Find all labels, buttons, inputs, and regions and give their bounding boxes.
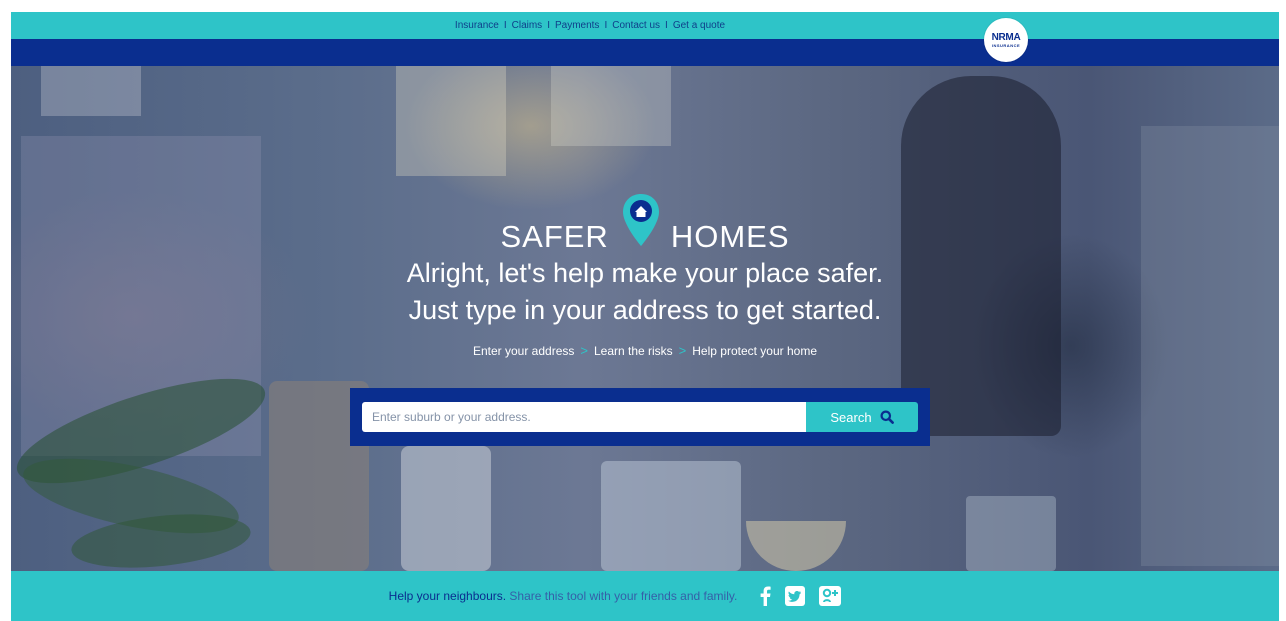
address-search-input[interactable] [362,402,806,432]
google-plus-icon[interactable] [819,586,842,606]
step-help-protect: Help protect your home [692,343,817,358]
social-links [759,586,842,606]
nrma-logo[interactable]: NRMA INSURANCE [984,18,1028,62]
search-button[interactable]: Search [806,402,918,432]
top-nav: Insurance I Claims I Payments I Contact … [450,20,730,31]
chevron-right-icon: > [580,343,588,358]
hero-section: SAFER HOMES Alright, let's help make you… [11,66,1279,571]
logo-subtext: INSURANCE [991,42,1021,48]
search-icon [880,410,894,424]
hero-content: SAFER HOMES Alright, let's help make you… [11,66,1279,571]
brand-word-homes: HOMES [670,219,790,254]
share-lead: Help your neighbours. [388,589,507,603]
navy-header-bar [11,39,1279,66]
share-message: Help your neighbours. Share this tool wi… [389,589,738,603]
hero-headline-1: Alright, let's help make your place safe… [406,258,884,288]
steps-breadcrumb: Enter your address > Learn the risks > H… [473,343,817,358]
step-enter-address: Enter your address [472,343,575,358]
chevron-right-icon: > [678,343,687,358]
nav-link-payments[interactable]: Payments [550,20,604,31]
search-box: Search [350,388,930,446]
nav-link-insurance[interactable]: Insurance [450,20,504,31]
safer-homes-brand: SAFER HOMES [500,194,790,254]
logo-wordmark: NRMA [991,31,1021,43]
top-utility-bar: Insurance I Claims I Payments I Contact … [11,12,1279,39]
facebook-icon[interactable] [759,586,771,606]
location-pin-home-icon [621,192,661,248]
share-footer: Help your neighbours. Share this tool wi… [11,571,1279,621]
nav-link-contact-us[interactable]: Contact us [607,20,665,31]
brand-word-safer: SAFER [500,219,609,254]
step-learn-risks: Learn the risks [593,343,673,358]
page-frame: Insurance I Claims I Payments I Contact … [11,12,1279,621]
hero-headline-2: Just type in your address to get started… [408,295,882,325]
twitter-icon[interactable] [785,586,806,606]
search-button-label: Search [830,409,872,425]
nav-link-claims[interactable]: Claims [507,20,548,31]
share-text: Share this tool with your friends and fa… [509,589,738,603]
nav-link-get-a-quote[interactable]: Get a quote [668,20,730,31]
